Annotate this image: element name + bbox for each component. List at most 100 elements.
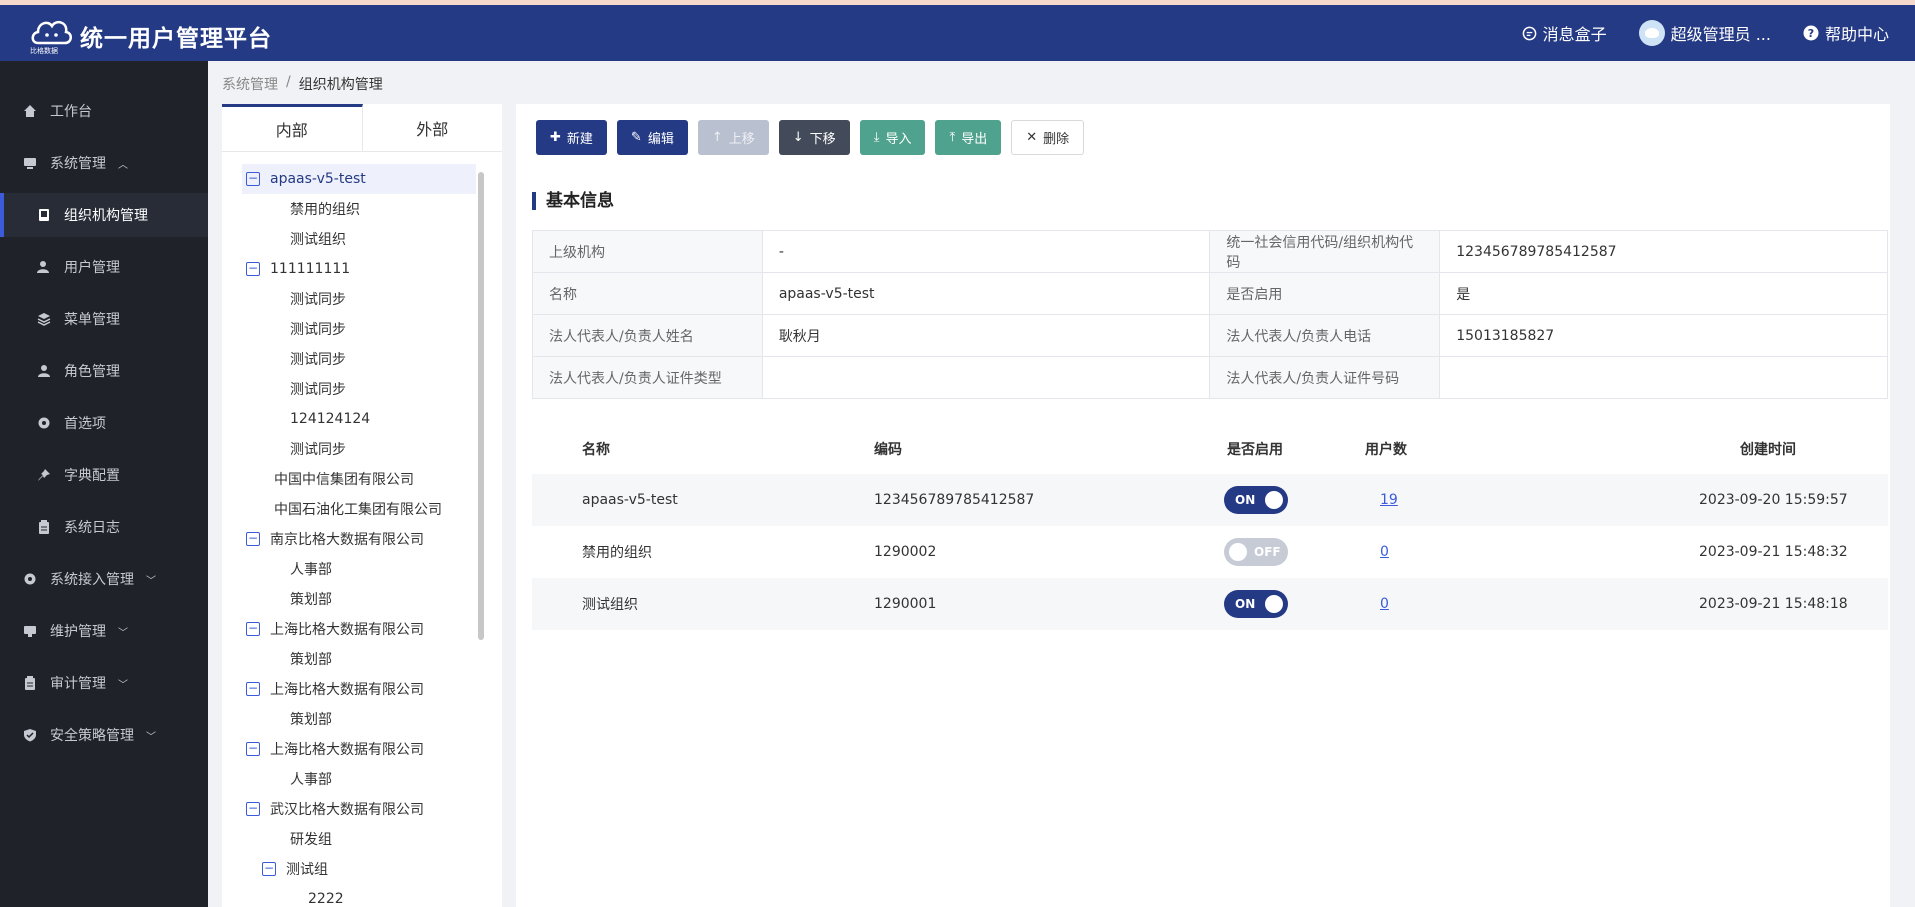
import-button-label: 导入 [885,132,912,147]
sidebar-item-audit[interactable]: 审计管理 ﹀ [0,661,208,705]
tree-node[interactable]: − apaas-v5-test [242,164,476,194]
tab-internal[interactable]: 内部 [222,104,363,151]
tree-node-label: 武汉比格大数据有限公司 [270,802,424,818]
user-count-link[interactable]: 0 [1380,544,1389,560]
info-value: 耿秋月 [761,314,1211,357]
collapse-icon[interactable]: − [246,172,260,186]
tree-node[interactable]: −111111111 [246,254,350,284]
tree-node-label: 人事部 [290,772,332,788]
tree-node[interactable]: 测试同步 [290,344,346,374]
section-title-basic-info: 基本信息 [532,192,614,210]
enabled-toggle[interactable]: ON [1224,486,1288,514]
sidebar-item-user-management[interactable]: 用户管理 [0,245,208,289]
tree-node[interactable]: 人事部 [290,764,332,794]
gear-icon [36,415,52,431]
tab-external[interactable]: 外部 [363,104,503,151]
tree-node-label: 中国中信集团有限公司 [274,472,414,488]
table-row[interactable]: apaas-v5-test 123456789785412587 ON 19 2… [532,474,1888,526]
column-header-users: 用户数 [1365,442,1407,458]
tree-node-label: 人事部 [290,562,332,578]
tree-node[interactable]: − 武汉比格大数据有限公司 [246,794,424,824]
tree-node[interactable]: 人事部 [290,554,332,584]
enabled-toggle[interactable]: ON [1224,590,1288,618]
chevron-down-icon: ﹀ [146,731,156,743]
move-down-button[interactable]: ↓ 下移 [778,120,850,155]
collapse-icon[interactable]: − [246,742,260,756]
breadcrumb-parent[interactable]: 系统管理 [222,74,278,94]
tree-node[interactable]: 中国中信集团有限公司 [274,464,414,494]
help-center-button[interactable]: ? 帮助中心 [1803,21,1889,45]
shield-icon [22,727,38,743]
tree-node-label: 测试同步 [290,352,346,368]
collapse-icon[interactable]: − [246,802,260,816]
tree-node[interactable]: 测试同步 [290,374,346,404]
collapse-icon[interactable]: − [246,682,260,696]
info-label: 上级机构 [532,230,763,273]
arrow-up-icon: ↑ [711,130,723,145]
tree-node-label: 研发组 [290,832,332,848]
sidebar-item-menu-management[interactable]: 菜单管理 [0,297,208,341]
tree-node[interactable]: 研发组 [290,824,332,854]
user-count-link[interactable]: 19 [1380,492,1398,508]
sidebar-item-label: 安全策略管理 [50,728,134,744]
message-box-label: 消息盒子 [1542,25,1607,44]
tree-node[interactable]: 策划部 [290,584,332,614]
tree-scrollbar[interactable] [478,172,484,640]
tree-node[interactable]: − 南京比格大数据有限公司 [246,524,424,554]
sidebar-item-preferences[interactable]: 首选项 [0,401,208,445]
table-row[interactable]: 测试组织 1290001 ON 0 2023-09-21 15:48:18 [532,578,1888,630]
tree-node[interactable]: 124124124 [290,404,370,434]
user-count-link[interactable]: 0 [1380,596,1389,612]
app-title: 统一用户管理平台 [80,26,272,52]
column-header-created: 创建时间 [1740,442,1796,458]
cell-created: 2023-09-21 15:48:18 [1699,596,1848,612]
chevron-down-icon: ﹀ [118,627,128,639]
tree-node[interactable]: 中国石油化工集团有限公司 [274,494,442,524]
import-button[interactable]: ⤓ 导入 [859,120,926,155]
sidebar-item-org-management[interactable]: 组织机构管理 [0,193,208,237]
export-button[interactable]: ⤒ 导出 [935,120,1002,155]
edit-button[interactable]: ✎ 编辑 [616,120,688,155]
tree-node[interactable]: − 测试组 [262,854,328,884]
move-up-button[interactable]: ↑ 上移 [697,120,769,155]
breadcrumb-current: 组织机构管理 [298,77,383,93]
tree-node-label: 测试同步 [290,322,346,338]
tree-node-label: 测试同步 [290,442,346,458]
enabled-toggle[interactable]: OFF [1224,538,1288,566]
tree-node[interactable]: 测试组织 [290,224,346,254]
sidebar-item-security-policy[interactable]: 安全策略管理 ﹀ [0,713,208,757]
tree-node[interactable]: 策划部 [290,644,332,674]
sidebar-item-label: 角色管理 [64,364,120,380]
sidebar-item-label: 字典配置 [64,468,120,484]
tree-node[interactable]: − 上海比格大数据有限公司 [246,734,424,764]
new-button[interactable]: ✚ 新建 [536,120,607,155]
collapse-icon[interactable]: − [262,862,276,876]
user-menu[interactable]: 超级管理员 ... [1638,20,1771,46]
sidebar-item-system-log[interactable]: 系统日志 [0,505,208,549]
pin-icon [36,467,52,483]
sidebar-item-system-access[interactable]: 系统接入管理 ﹀ [0,557,208,601]
collapse-icon[interactable]: − [246,622,260,636]
tree-node[interactable]: 策划部 [290,704,332,734]
sidebar-item-workbench[interactable]: 工作台 [0,89,208,133]
tree-node[interactable]: − 上海比格大数据有限公司 [246,674,424,704]
tree-node[interactable]: 2222 [308,884,344,907]
cell-code: 1290002 [874,544,937,560]
table-row[interactable]: 禁用的组织 1290002 OFF 0 2023-09-21 15:48:32 [532,526,1888,578]
tree-node[interactable]: − 上海比格大数据有限公司 [246,614,424,644]
collapse-icon[interactable]: − [246,262,260,276]
tree-node[interactable]: 测试同步 [290,284,346,314]
tree-node-label: 测试同步 [290,382,346,398]
sidebar-item-system-management[interactable]: 系统管理 ︿ [0,141,208,185]
tree-node[interactable]: 测试同步 [290,314,346,344]
tree-node[interactable]: 禁用的组织 [290,194,360,224]
sidebar-item-maintenance[interactable]: 维护管理 ﹀ [0,609,208,653]
sidebar-item-role-management[interactable]: 角色管理 [0,349,208,393]
delete-button[interactable]: ✕ 删除 [1011,120,1085,155]
collapse-icon[interactable]: − [246,532,260,546]
main-content: ✚ 新建 ✎ 编辑 ↑ 上移 ↓ 下移 ⤓ 导入 ⤒ 导出 ✕ 删除 基本信息 上级机构 - … [516,104,1890,907]
sidebar-item-dictionary[interactable]: 字典配置 [0,453,208,497]
tree-node[interactable]: 测试同步 [290,434,346,464]
message-box-button[interactable]: 消息盒子 [1522,21,1607,45]
tree-node-label: apaas-v5-test [270,171,366,187]
